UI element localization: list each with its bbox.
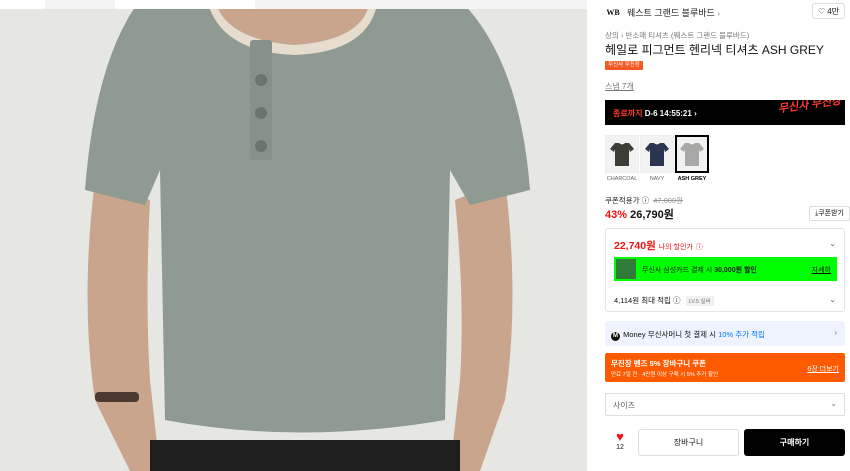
price-row: 43% 26,790원 — [605, 206, 674, 222]
cart-coupon-more-link[interactable]: 6장 더보기 — [807, 364, 839, 374]
cart-coupon-subtitle: 만료 7일 전 · 4만원 이상 구매 시 5% 추가 할인 — [611, 372, 719, 378]
chevron-right-icon: › — [694, 109, 697, 118]
countdown-banner[interactable]: 종료까지 D-6 14:55:21 › 무신사 무진장 — [605, 100, 845, 125]
card-promo-pre: 무신사 삼성카드 결제 시 — [642, 267, 713, 274]
brand-logo: WB — [606, 7, 620, 17]
points-text: 4,114원 최대 적립 — [614, 296, 671, 305]
original-price: 47,000원 — [653, 196, 684, 205]
event-badge: 무신사 무진장 — [605, 61, 643, 70]
product-info-panel: WB 웨스트 그랜드 블루바드 › ♡ 4만 상의 › 반소매 티셔츠 (웨스트… — [605, 0, 850, 471]
swatch-navy[interactable]: NAVY — [640, 135, 674, 182]
info-icon[interactable]: ⓘ — [642, 196, 650, 205]
member-level-badge: LV.5 실버 — [685, 296, 714, 306]
like-count: 12 — [616, 444, 624, 451]
product-image[interactable] — [0, 0, 587, 471]
chevron-right-icon: › — [834, 328, 837, 337]
my-price[interactable]: 22,740원 나의 할인가 ⓘ — [614, 238, 703, 253]
swatch-image — [605, 135, 639, 173]
chevron-down-icon[interactable]: ⌄ — [829, 239, 836, 248]
add-to-cart-button[interactable]: 장바구니 — [638, 429, 739, 456]
swatch-label: CHARCOAL — [606, 176, 638, 182]
swatch-label: ASH GREY — [677, 176, 707, 182]
size-select-placeholder: 사이즈 — [613, 401, 636, 410]
card-promo-image — [616, 259, 636, 279]
brand-name[interactable]: 웨스트 그랜드 블루바드 › — [627, 6, 720, 19]
coupon-button-label: 쿠폰받기 — [818, 210, 844, 217]
final-price: 26,790원 — [630, 209, 674, 221]
card-promotion[interactable]: 무신사 삼성카드 결제 시 30,000원 할인 자세히 — [614, 257, 837, 281]
money-icon: M — [611, 332, 620, 341]
countdown-timer: D-6 14:55:21 — [644, 109, 692, 118]
color-swatches: CHARCOAL NAVY ASH GREY — [605, 135, 709, 182]
brand-row[interactable]: WB 웨스트 그랜드 블루바드 › ♡ 4만 — [605, 3, 845, 21]
event-logo: 무신사 무진장 — [776, 100, 842, 116]
musinsa-money-banner[interactable]: M Money 무신사머니 첫 결제 시 10% 추가 적립 › — [605, 321, 845, 346]
breadcrumb[interactable]: 상의 › 반소매 티셔츠 (웨스트 그랜드 블루바드) — [605, 30, 749, 41]
countdown-text: 종료까지 D-6 14:55:21 › — [613, 108, 697, 119]
swatch-image — [640, 135, 674, 173]
heart-outline-icon: ♡ — [818, 6, 826, 16]
my-price-value: 22,740원 — [614, 240, 656, 252]
brand-arrow-icon: › — [717, 8, 720, 18]
swatch-ash-grey[interactable]: ASH GREY — [675, 135, 709, 182]
image-tab[interactable] — [115, 0, 255, 9]
snap-review-link[interactable]: 스냅 7개 — [605, 81, 634, 92]
money-text-pre: Money 무신사머니 첫 결제 시 — [623, 330, 717, 339]
heart-filled-icon: ♥ — [616, 429, 624, 444]
cart-coupon-title: 무진장 벤즈 5% 장바구니 쿠폰 — [611, 359, 707, 368]
coupon-price-label: 쿠폰적용가 ⓘ 47,000원 — [605, 195, 683, 206]
coupon-label-text: 쿠폰적용가 — [605, 196, 640, 205]
brand-name-text: 웨스트 그랜드 블루바드 — [627, 7, 715, 18]
card-promo-discount: 30,000원 할인 — [714, 267, 757, 274]
countdown-prefix: 종료까지 — [613, 109, 643, 118]
image-tab[interactable] — [0, 0, 45, 9]
chevron-down-icon[interactable]: ⌄ — [829, 295, 836, 304]
product-page: WB 웨스트 그랜드 블루바드 › ♡ 4만 상의 › 반소매 티셔츠 (웨스트… — [0, 0, 850, 471]
chevron-down-icon: ⌄ — [830, 399, 837, 408]
get-coupon-button[interactable]: ⤓쿠폰받기 — [809, 206, 850, 221]
points-row[interactable]: 4,114원 최대 적립 ⓘ LV.5 실버 — [614, 295, 714, 306]
size-select[interactable]: 사이즈 ⌄ — [605, 393, 845, 416]
my-price-label: 나의 할인가 — [658, 244, 693, 251]
card-promo-more-link[interactable]: 자세히 — [812, 265, 831, 275]
info-icon[interactable]: ⓘ — [673, 296, 681, 305]
image-tab-bar — [0, 0, 587, 9]
swatch-image — [675, 135, 709, 173]
swatch-charcoal[interactable]: CHARCOAL — [605, 135, 639, 182]
model-photo — [0, 0, 587, 471]
brand-like-count: 4만 — [827, 6, 839, 16]
brand-like-button[interactable]: ♡ 4만 — [812, 3, 845, 19]
discount-rate: 43% — [605, 209, 628, 221]
swatch-label: NAVY — [649, 176, 665, 182]
buy-now-button[interactable]: 구매하기 — [744, 429, 845, 456]
cart-coupon-banner[interactable]: 무진장 벤즈 5% 장바구니 쿠폰 만료 7일 전 · 4만원 이상 구매 시 … — [605, 353, 845, 382]
benefit-box: 22,740원 나의 할인가 ⓘ ⌄ 무신사 삼성카드 결제 시 30,000원… — [605, 228, 845, 312]
money-text-highlight: 10% 추가 적립 — [718, 330, 765, 339]
card-promo-text: 무신사 삼성카드 결제 시 30,000원 할인 — [642, 265, 757, 275]
money-text: M Money 무신사머니 첫 결제 시 10% 추가 적립 — [611, 329, 765, 341]
product-title: 헤일로 피그먼트 헨리넥 티셔츠 ASH GREY — [605, 43, 824, 57]
like-button[interactable]: ♥ 12 — [611, 430, 629, 451]
info-icon[interactable]: ⓘ — [696, 244, 703, 251]
